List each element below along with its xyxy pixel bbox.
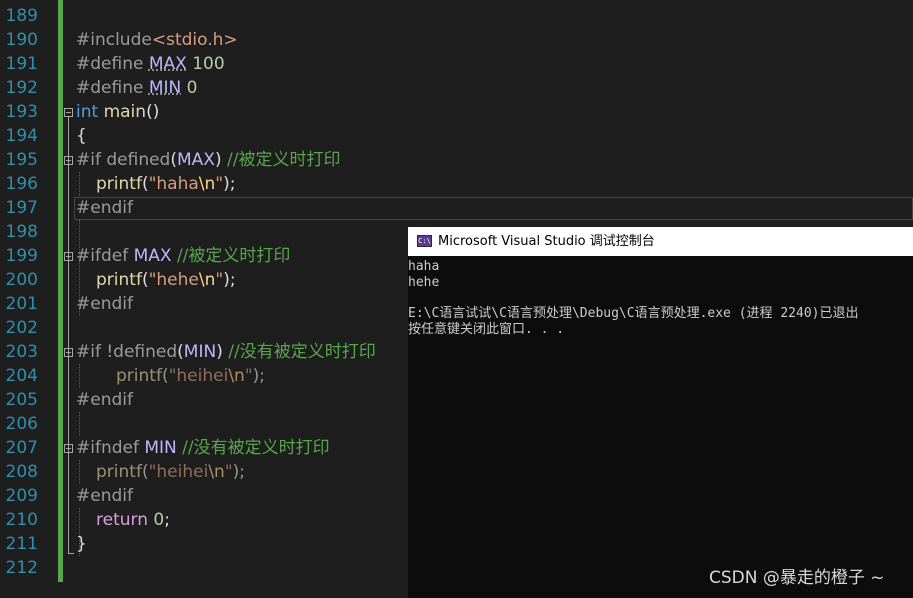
watermark: CSDN @暴走的橙子 ~ [709,568,885,588]
code-line-printf-hehe[interactable]: printf("hehe\n"); [96,268,236,292]
indent-guide [79,364,80,388]
code-line-printf-heihei-inactive[interactable]: printf("heihei\n"); [116,364,265,388]
fold-region-end [68,553,74,554]
code-line-ifndef[interactable]: #ifndef MIN //没有被定义时打印 [76,436,330,460]
console-output-line: hehe [408,275,440,290]
line-number: 204 [5,366,38,386]
code-line-endif[interactable]: #endif [76,196,133,220]
code-line-close-brace[interactable]: } [76,532,87,556]
change-tracking-bar [58,0,63,582]
console-output-line: 按任意键关闭此窗口. . . [408,322,565,337]
fold-toggle-icon[interactable] [64,108,73,117]
fold-toggle-icon[interactable] [64,348,73,357]
line-number: 196 [5,174,38,194]
code-line-return[interactable]: return 0; [96,508,170,532]
line-number: 208 [5,462,38,482]
line-number: 202 [5,318,38,338]
code-line-open-brace[interactable]: { [76,124,87,148]
console-output-line: haha [408,259,440,274]
line-number: 205 [5,390,38,410]
indent-guide [79,172,80,196]
line-number: 203 [5,342,38,362]
line-number: 209 [5,486,38,506]
line-number: 210 [5,510,38,530]
line-number: 192 [5,78,38,98]
line-number-gutter: 189 190 191 192 193 194 195 196 197 198 … [0,0,58,598]
code-line-if-not-defined[interactable]: #if !defined(MIN) //没有被定义时打印 [76,340,376,364]
current-line-highlight [74,197,913,220]
code-line-include[interactable]: #include<stdio.h> [76,28,238,52]
code-line-define-max[interactable]: #define MAX 100 [76,52,225,76]
debug-console-window[interactable]: C:\ Microsoft Visual Studio 调试控制台 haha h… [408,227,913,598]
code-line-printf-haha[interactable]: printf("haha\n"); [96,172,236,196]
indent-guide [79,460,80,484]
fold-toggle-icon[interactable] [64,252,73,261]
line-number: 198 [5,222,38,242]
line-number: 212 [5,558,38,578]
console-output-line: E:\C语言试试\C语言预处理\Debug\C语言预处理.exe (进程 224… [408,306,859,321]
console-title: Microsoft Visual Studio 调试控制台 [438,234,655,249]
console-app-icon: C:\ [417,235,432,247]
indent-guide [79,412,80,436]
code-line-ifdef[interactable]: #ifdef MAX //被定义时打印 [76,244,290,268]
line-number: 193 [5,102,38,122]
fold-region-line [68,117,69,554]
code-line-printf-heihei-inactive[interactable]: printf("heihei\n"); [96,460,245,484]
line-number: 211 [5,534,38,554]
fold-toggle-icon[interactable] [64,444,73,453]
line-number: 199 [5,246,38,266]
line-number: 195 [5,150,38,170]
line-number: 206 [5,414,38,434]
code-line-main[interactable]: int main() [76,100,159,124]
line-number: 207 [5,438,38,458]
line-number: 189 [5,6,38,26]
code-line-endif[interactable]: #endif [76,292,133,316]
line-number: 201 [5,294,38,314]
line-number: 200 [5,270,38,290]
fold-toggle-icon[interactable] [64,156,73,165]
line-number: 197 [5,198,38,218]
console-title-bar[interactable]: C:\ Microsoft Visual Studio 调试控制台 [408,227,913,256]
code-line-if-defined[interactable]: #if defined(MAX) //被定义时打印 [76,148,340,172]
line-number: 191 [5,54,38,74]
code-line-endif[interactable]: #endif [76,388,133,412]
line-number: 194 [5,126,38,146]
code-line-define-min[interactable]: #define MIN 0 [76,76,197,100]
line-number: 190 [5,30,38,50]
code-line-endif[interactable]: #endif [76,484,133,508]
